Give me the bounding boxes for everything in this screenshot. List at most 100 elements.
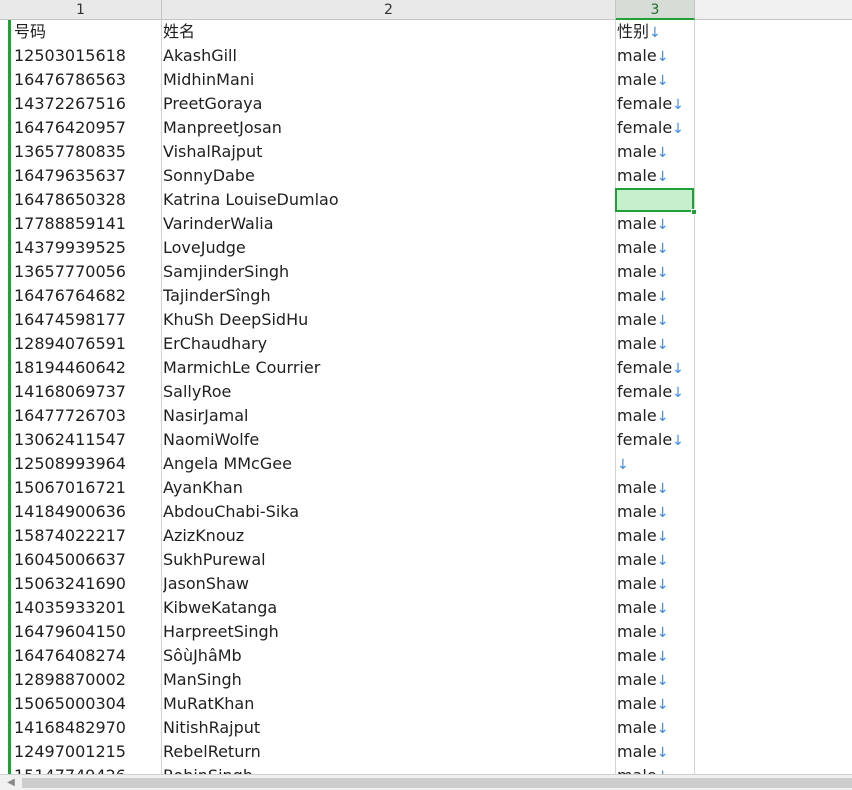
number-cell[interactable]: 16476420957 (14, 116, 159, 140)
fill-handle[interactable] (691, 209, 697, 215)
number-cell[interactable]: 12894076591 (14, 332, 159, 356)
name-cell[interactable]: 姓名 (163, 20, 613, 44)
gender-cell[interactable]: male↓ (617, 260, 693, 284)
name-cell[interactable]: LoveJudge (163, 236, 613, 260)
name-cell[interactable]: AzizKnouz (163, 524, 613, 548)
sheet-grid[interactable]: 号码 姓名 性别↓ 12503015618 AkashGill male↓ 16476786… (0, 20, 695, 774)
gender-cell[interactable]: male↓ (617, 596, 693, 620)
name-cell[interactable]: KhuSh DeepSidHu (163, 308, 613, 332)
gender-cell[interactable]: female↓ (617, 116, 693, 140)
gender-cell[interactable]: male↓ (617, 476, 693, 500)
number-cell[interactable]: 15065000304 (14, 692, 159, 716)
name-cell[interactable]: PreetGoraya (163, 92, 613, 116)
number-cell[interactable]: 15874022217 (14, 524, 159, 548)
number-cell[interactable]: 15067016721 (14, 476, 159, 500)
gender-cell[interactable]: male↓ (617, 620, 693, 644)
name-cell[interactable]: TajinderSîngh (163, 284, 613, 308)
name-cell[interactable]: JasonShaw (163, 572, 613, 596)
column-header-3[interactable]: 3 (616, 0, 695, 20)
name-cell[interactable]: RobinSingh (163, 764, 613, 774)
name-cell[interactable]: VishalRajput (163, 140, 613, 164)
gender-cell[interactable]: ↓ (617, 452, 693, 476)
gender-cell[interactable]: male↓ (617, 332, 693, 356)
number-cell[interactable]: 14168069737 (14, 380, 159, 404)
name-cell[interactable]: SukhPurewal (163, 548, 613, 572)
number-cell[interactable]: 14372267516 (14, 92, 159, 116)
number-cell[interactable]: 12508993964 (14, 452, 159, 476)
name-cell[interactable]: SôùJhâMb (163, 644, 613, 668)
gender-cell[interactable]: male↓ (617, 308, 693, 332)
gender-cell[interactable]: male↓ (617, 500, 693, 524)
name-cell[interactable]: MuRatKhan (163, 692, 613, 716)
name-cell[interactable]: MarmichLe Courrier (163, 356, 613, 380)
number-cell[interactable]: 16476408274 (14, 644, 159, 668)
name-cell[interactable]: ErChaudhary (163, 332, 613, 356)
number-cell[interactable]: 13657780835 (14, 140, 159, 164)
number-cell[interactable]: 14184900636 (14, 500, 159, 524)
number-cell[interactable]: 号码 (14, 20, 159, 44)
number-cell[interactable]: 16474598177 (14, 308, 159, 332)
number-cell[interactable]: 13657770056 (14, 260, 159, 284)
number-cell[interactable]: 16479635637 (14, 164, 159, 188)
number-cell[interactable]: 15063241690 (14, 572, 159, 596)
gender-cell[interactable]: male↓ (617, 140, 693, 164)
number-cell[interactable]: 17788859141 (14, 212, 159, 236)
name-cell[interactable]: NasirJamal (163, 404, 613, 428)
gender-cell[interactable]: male↓ (617, 236, 693, 260)
name-cell[interactable]: SallyRoe (163, 380, 613, 404)
number-cell[interactable]: 16478650328 (14, 188, 159, 212)
name-cell[interactable]: VarinderWalia (163, 212, 613, 236)
name-cell[interactable]: SonnyDabe (163, 164, 613, 188)
number-cell[interactable]: 14035933201 (14, 596, 159, 620)
name-cell[interactable]: ManSingh (163, 668, 613, 692)
gender-cell[interactable]: male↓ (617, 740, 693, 764)
column-header-1[interactable]: 1 (0, 0, 162, 20)
gender-cell[interactable]: male↓ (617, 44, 693, 68)
number-cell[interactable]: 16476764682 (14, 284, 159, 308)
number-cell[interactable]: 13062411547 (14, 428, 159, 452)
number-cell[interactable]: 16045006637 (14, 548, 159, 572)
number-cell[interactable]: 16479604150 (14, 620, 159, 644)
number-cell[interactable]: 12497001215 (14, 740, 159, 764)
number-cell[interactable]: 16476786563 (14, 68, 159, 92)
gender-cell[interactable]: male↓ (617, 212, 693, 236)
gender-cell[interactable]: female↓ (617, 428, 693, 452)
name-cell[interactable]: HarpreetSingh (163, 620, 613, 644)
gender-cell[interactable]: female↓ (617, 380, 693, 404)
name-cell[interactable]: Angela MMcGee (163, 452, 613, 476)
gender-cell[interactable]: male↓ (617, 284, 693, 308)
name-cell[interactable]: AyanKhan (163, 476, 613, 500)
number-cell[interactable]: 16477726703 (14, 404, 159, 428)
name-cell[interactable]: SamjinderSingh (163, 260, 613, 284)
gender-cell[interactable]: male↓ (617, 668, 693, 692)
name-cell[interactable]: Katrina LouiseDumlao (163, 188, 613, 212)
name-cell[interactable]: NaomiWolfe (163, 428, 613, 452)
horizontal-scrollbar[interactable]: ◀ (0, 774, 852, 790)
name-cell[interactable]: AkashGill (163, 44, 613, 68)
number-cell[interactable]: 12898870002 (14, 668, 159, 692)
gender-cell[interactable]: female↓ (617, 356, 693, 380)
name-cell[interactable]: KibweKatanga (163, 596, 613, 620)
scroll-left-icon[interactable]: ◀ (4, 777, 18, 789)
gender-cell[interactable]: 性别↓ (617, 20, 693, 44)
gender-cell[interactable]: male↓ (617, 692, 693, 716)
gender-cell[interactable]: male↓ (617, 764, 693, 774)
name-cell[interactable]: MidhinMani (163, 68, 613, 92)
gender-cell[interactable]: male↓ (617, 164, 693, 188)
column-header-2[interactable]: 2 (162, 0, 616, 20)
gender-cell[interactable]: male↓ (617, 572, 693, 596)
number-cell[interactable]: 14168482970 (14, 716, 159, 740)
gender-cell[interactable]: male↓ (617, 68, 693, 92)
name-cell[interactable]: NitishRajput (163, 716, 613, 740)
number-cell[interactable]: 15147749426 (14, 764, 159, 774)
gender-cell[interactable]: male↓ (617, 548, 693, 572)
name-cell[interactable]: RebelReturn (163, 740, 613, 764)
number-cell[interactable]: 14379939525 (14, 236, 159, 260)
name-cell[interactable]: ManpreetJosan (163, 116, 613, 140)
gender-cell[interactable]: male↓ (617, 644, 693, 668)
number-cell[interactable]: 12503015618 (14, 44, 159, 68)
name-cell[interactable]: AbdouChabi-Sika (163, 500, 613, 524)
gender-cell[interactable]: male↓ (617, 524, 693, 548)
gender-cell[interactable]: male↓ (617, 404, 693, 428)
gender-cell[interactable]: female↓ (617, 92, 693, 116)
